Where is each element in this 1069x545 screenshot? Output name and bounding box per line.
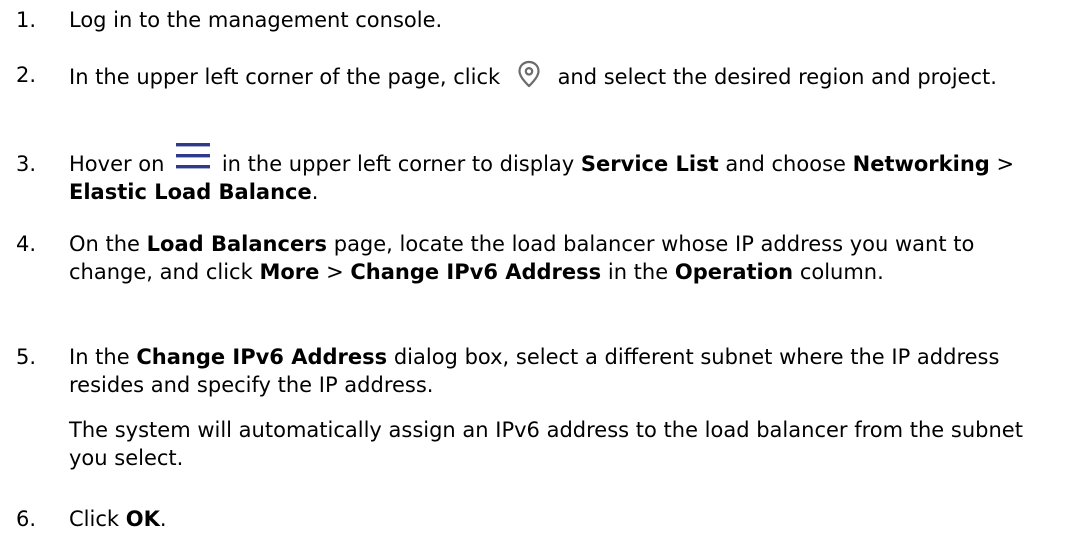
step-6: 6. Click OK. (0, 505, 1059, 533)
step-text: In the upper left corner of the page, cl… (69, 60, 1059, 95)
step-text: Log in to the management console. (69, 8, 443, 32)
step-number: 4. (16, 232, 37, 256)
step-number: 2. (16, 63, 37, 87)
step-number: 5. (16, 345, 37, 369)
step-1: 1. Log in to the management console. (0, 6, 1059, 34)
step-2: 2. In the upper left corner of the page,… (0, 60, 1059, 95)
step-text: Hover on in the upper left corner to dis… (69, 143, 1059, 206)
step-text: In the Change IPv6 Address dialog box, s… (69, 345, 1000, 397)
step-3: 3. Hover on in the upper left corner to … (0, 143, 1059, 206)
step-5: 5. In the Change IPv6 Address dialog box… (0, 343, 1059, 472)
step-4: 4. On the Load Balancers page, locate th… (0, 230, 1059, 286)
step-note: The system will automatically assign an … (69, 418, 1023, 470)
step-number: 6. (16, 507, 37, 531)
hamburger-menu-icon (173, 137, 213, 177)
step-number: 1. (16, 8, 37, 32)
procedure-steps: 1. Log in to the management console. 2. … (0, 0, 1069, 545)
step-text: Click OK. (69, 507, 167, 531)
step-text: On the Load Balancers page, locate the l… (69, 232, 975, 284)
step-number: 3. (16, 152, 37, 176)
location-pin-icon (509, 55, 549, 95)
